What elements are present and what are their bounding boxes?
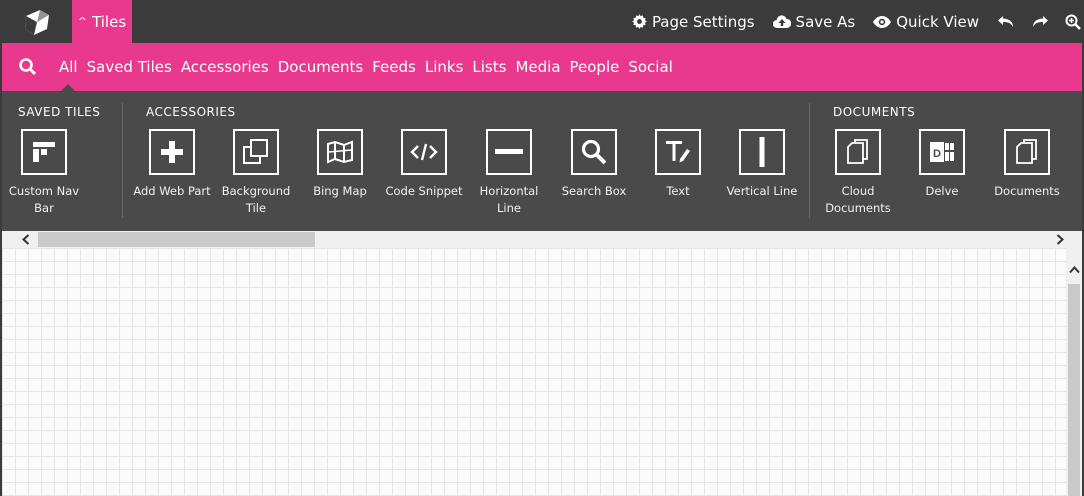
plus-icon (149, 129, 195, 175)
documents-icon (1004, 129, 1050, 175)
tile-add-web-part[interactable]: Add Web Part (130, 129, 214, 200)
scrollbar-thumb[interactable] (38, 232, 315, 247)
tile-label: Horizontal Line (479, 184, 539, 215)
tile-label: Documents (994, 184, 1060, 198)
scroll-left-icon[interactable] (16, 231, 36, 248)
tile-vertical-line[interactable]: Vertical Line (720, 129, 804, 200)
tile-label: Custom Nav Bar (8, 184, 80, 215)
filter-all[interactable]: All (59, 43, 78, 91)
group-divider (122, 103, 123, 218)
chevron-up-icon: ^ (77, 15, 88, 28)
group-title-documents: DOCUMENTS (833, 105, 916, 119)
top-actions: Page Settings Save As Quick View (631, 0, 1084, 43)
search-icon (571, 129, 617, 175)
group-divider (809, 103, 810, 218)
search-icon[interactable] (18, 57, 38, 77)
tile-code-snippet[interactable]: Code Snippet (382, 129, 466, 200)
tile-horizontal-line[interactable]: Horizontal Line (467, 129, 551, 217)
tile-text[interactable]: Text (636, 129, 720, 200)
tile-search-box[interactable]: Search Box (552, 129, 636, 200)
save-as-button[interactable]: Save As (772, 12, 856, 31)
tile-label: Vertical Line (726, 184, 798, 198)
nav-bar-icon (21, 129, 67, 175)
documents-icon (835, 129, 881, 175)
filter-saved-tiles[interactable]: Saved Tiles (87, 43, 172, 91)
page-canvas[interactable] (0, 248, 1084, 496)
save-as-label: Save As (795, 12, 856, 31)
delve-icon: D (919, 129, 965, 175)
tile-bing-map[interactable]: Bing Map (298, 129, 382, 200)
top-bar: ^ Tiles Page Settings Save As Quick View (0, 0, 1084, 43)
gear-icon (631, 14, 647, 29)
tile-label: Code Snippet (385, 184, 463, 198)
tile-documents[interactable]: Documents (985, 129, 1069, 200)
tile-custom-nav-bar[interactable]: Custom Nav Bar (2, 129, 86, 217)
tile-label: Search Box (561, 184, 627, 198)
map-icon (317, 129, 363, 175)
filter-documents[interactable]: Documents (278, 43, 364, 91)
tile-label: Bing Map (313, 184, 367, 198)
group-title-saved-tiles: SAVED TILES (18, 105, 101, 119)
code-icon (401, 129, 447, 175)
page-settings-button[interactable]: Page Settings (631, 12, 755, 31)
filter-people[interactable]: People (570, 43, 620, 91)
group-title-accessories: ACCESSORIES (146, 105, 236, 119)
tile-label: Background Tile (221, 184, 291, 215)
tile-label: Add Web Part (133, 184, 211, 198)
filter-feeds[interactable]: Feeds (372, 43, 416, 91)
tile-background-tile[interactable]: Background Tile (214, 129, 298, 217)
eye-icon (873, 15, 892, 28)
filter-accessories[interactable]: Accessories (181, 43, 269, 91)
filter-links[interactable]: Links (425, 43, 464, 91)
scroll-up-icon[interactable] (1066, 262, 1082, 278)
filter-tabs: All Saved Tiles Accessories Documents Fe… (59, 43, 682, 91)
gallery-horizontal-scrollbar[interactable] (0, 231, 1084, 248)
tile-delve[interactable]: D Delve (900, 129, 984, 200)
canvas-vertical-scrollbar[interactable] (1066, 248, 1082, 496)
svg-text:D: D (933, 148, 941, 160)
vertical-line-icon (739, 129, 785, 175)
cube-logo-icon[interactable] (12, 4, 62, 40)
scrollbar-thumb[interactable] (1068, 284, 1080, 496)
undo-icon[interactable] (997, 15, 1015, 29)
zoom-in-icon[interactable] (1065, 14, 1081, 30)
cloud-upload-icon (772, 14, 791, 28)
page-settings-label: Page Settings (651, 12, 755, 31)
quick-view-button[interactable]: Quick View (873, 13, 979, 31)
layers-icon (233, 129, 279, 175)
tiles-toggle-label: Tiles (92, 12, 127, 31)
tile-label: Text (666, 184, 690, 198)
text-icon (655, 129, 701, 175)
filter-media[interactable]: Media (515, 43, 560, 91)
filter-social[interactable]: Social (628, 43, 672, 91)
scroll-right-icon[interactable] (1050, 231, 1070, 248)
horizontal-line-icon (486, 129, 532, 175)
filter-bar: All Saved Tiles Accessories Documents Fe… (0, 43, 1084, 91)
redo-icon[interactable] (1031, 15, 1049, 29)
quick-view-label: Quick View (896, 12, 979, 31)
tile-label: Cloud Documents (825, 184, 891, 215)
tiles-toggle-button[interactable]: ^ Tiles (72, 0, 132, 43)
tile-label: Delve (925, 184, 959, 198)
tile-cloud-documents[interactable]: Cloud Documents (816, 129, 900, 217)
filter-lists[interactable]: Lists (472, 43, 506, 91)
tile-gallery: SAVED TILES ACCESSORIES DOCUMENTS Custom… (0, 91, 1084, 231)
